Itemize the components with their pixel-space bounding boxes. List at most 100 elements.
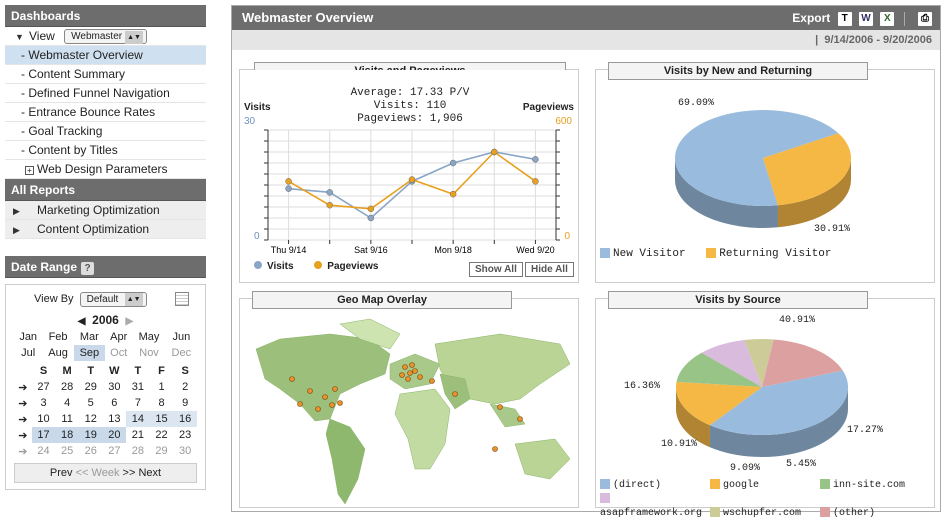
world-map[interactable] xyxy=(240,309,580,509)
legend-swatch xyxy=(820,507,830,518)
day-cell[interactable]: 2 xyxy=(173,379,197,395)
source-panel: Visits by Source 40.91% 16.36% 10.91% 9.… xyxy=(595,291,935,519)
month-cell[interactable]: Aug xyxy=(42,345,73,361)
legend-dot-pageviews xyxy=(314,261,323,269)
prev-button[interactable]: Prev xyxy=(50,467,73,479)
print-icon[interactable]: ⎙ xyxy=(918,11,932,26)
month-cell[interactable]: Oct xyxy=(105,345,132,361)
prev-year-icon[interactable]: ◀ xyxy=(78,316,86,327)
day-cell[interactable]: 5 xyxy=(79,395,103,411)
day-cell[interactable]: 27 xyxy=(103,443,127,459)
day-cell-selected[interactable]: 20 xyxy=(102,427,127,443)
calendar-icon[interactable] xyxy=(175,292,189,306)
month-cell[interactable]: Feb xyxy=(42,329,73,345)
day-cell-selected[interactable]: 17 xyxy=(31,427,56,443)
month-cell[interactable]: Apr xyxy=(105,329,132,345)
next-year-icon[interactable]: ▶ xyxy=(126,316,134,327)
pie-label: 16.36% xyxy=(624,381,661,392)
legend-swatch xyxy=(600,493,610,504)
dow-label: W xyxy=(109,365,120,377)
pie-legend: New Visitor Returning Visitor xyxy=(600,248,831,260)
week-select-arrow-icon[interactable]: ➔ xyxy=(14,427,32,443)
day-cell-selected[interactable]: 18 xyxy=(55,427,79,443)
month-cell[interactable]: Dec xyxy=(166,345,197,361)
report-marketing[interactable]: ▶ Marketing Optimization xyxy=(5,201,206,220)
report-content[interactable]: ▶ Content Optimization xyxy=(5,220,206,239)
day-cell[interactable]: 29 xyxy=(79,379,103,395)
show-all-button[interactable]: Show All xyxy=(469,262,523,277)
expand-plus-icon[interactable]: + xyxy=(25,166,34,175)
export-text-icon[interactable]: T xyxy=(837,11,852,26)
month-cell-selected[interactable]: Sep xyxy=(73,345,106,361)
day-cell[interactable]: 8 xyxy=(150,395,174,411)
day-cell[interactable]: 26 xyxy=(79,443,103,459)
day-cell[interactable]: 22 xyxy=(150,427,174,443)
day-cell[interactable]: 10 xyxy=(32,411,56,427)
day-cell[interactable]: 7 xyxy=(126,395,150,411)
day-cell[interactable]: 31 xyxy=(126,379,150,395)
day-cell-selected[interactable]: 19 xyxy=(78,427,103,443)
month-cell[interactable]: Jan xyxy=(14,329,42,345)
day-cell[interactable]: 3 xyxy=(32,395,56,411)
day-cell[interactable]: 12 xyxy=(79,411,103,427)
day-cell[interactable]: 23 xyxy=(173,427,197,443)
day-cell[interactable]: 9 xyxy=(173,395,197,411)
week-select-arrow-icon[interactable]: ➔ xyxy=(14,411,32,427)
dow-label: T xyxy=(134,365,142,377)
new-returning-pie xyxy=(675,110,851,229)
day-cell[interactable]: 11 xyxy=(55,411,79,427)
sidebar-item-content-summary[interactable]: - Content Summary xyxy=(5,65,206,84)
day-cell[interactable]: 24 xyxy=(32,443,56,459)
x-tick-label: Sat 9/16 xyxy=(354,245,388,255)
day-cell[interactable]: 14 xyxy=(126,411,150,427)
day-cell[interactable]: 13 xyxy=(103,411,127,427)
day-cell[interactable]: 30 xyxy=(173,443,197,459)
pie-label: 30.91% xyxy=(814,224,851,235)
month-cell[interactable]: Mar xyxy=(74,329,105,345)
day-cell[interactable]: 28 xyxy=(55,379,79,395)
week-select-arrow-icon[interactable]: ➔ xyxy=(14,395,32,411)
month-cell[interactable]: Jun xyxy=(166,329,197,345)
view-label: View xyxy=(29,29,55,43)
day-cell[interactable]: 25 xyxy=(55,443,79,459)
pie-label: 10.91% xyxy=(661,439,698,450)
month-cell[interactable]: Nov xyxy=(132,345,165,361)
sidebar-item-goal[interactable]: - Goal Tracking xyxy=(5,122,206,141)
day-cell[interactable]: 15 xyxy=(149,411,174,427)
sidebar-item-web-design[interactable]: + Web Design Parameters xyxy=(5,160,206,179)
data-point xyxy=(367,205,375,213)
date-range-text: 9/14/2006 - 9/20/2006 xyxy=(824,34,932,46)
week-select-arrow-icon[interactable]: ➔ xyxy=(14,379,32,395)
day-cell[interactable]: 1 xyxy=(150,379,174,395)
legend-swatch xyxy=(710,507,720,518)
help-icon[interactable]: ? xyxy=(81,262,95,275)
view-select[interactable]: Webmaster ▲▼ xyxy=(64,29,147,45)
month-cell[interactable]: Jul xyxy=(14,345,42,361)
month-cell[interactable]: May xyxy=(132,329,165,345)
expand-triangle-icon: ▶ xyxy=(13,225,20,235)
export-word-icon[interactable]: W xyxy=(858,11,873,26)
day-cell[interactable]: 16 xyxy=(173,411,197,427)
legend-swatch xyxy=(820,479,830,490)
view-by-select[interactable]: Default ▲▼ xyxy=(79,291,147,307)
next-button[interactable]: Next xyxy=(138,467,161,479)
day-cell[interactable]: 4 xyxy=(55,395,79,411)
sidebar-item-funnel[interactable]: - Defined Funnel Navigation xyxy=(5,84,206,103)
collapse-triangle-icon[interactable]: ▼ xyxy=(15,28,29,47)
legend-swatch xyxy=(706,248,717,259)
sidebar-item-bounce[interactable]: - Entrance Bounce Rates xyxy=(5,103,206,122)
day-cell[interactable]: 6 xyxy=(103,395,127,411)
sidebar-item-titles[interactable]: - Content by Titles xyxy=(5,141,206,160)
average-text: Average: 17.33 P/V xyxy=(350,87,470,99)
left-axis-label: Visits xyxy=(244,102,271,113)
sidebar-item-webmaster-overview[interactable]: - Webmaster Overview xyxy=(5,46,206,65)
day-cell[interactable]: 30 xyxy=(103,379,127,395)
day-cell[interactable]: 28 xyxy=(126,443,150,459)
export-excel-icon[interactable]: X xyxy=(880,11,895,26)
data-point xyxy=(367,214,375,222)
day-cell[interactable]: 29 xyxy=(150,443,174,459)
day-cell[interactable]: 27 xyxy=(32,379,56,395)
day-cell[interactable]: 21 xyxy=(126,427,150,443)
hide-all-button[interactable]: Hide All xyxy=(525,262,574,277)
week-select-arrow-icon[interactable]: ➔ xyxy=(14,443,32,459)
